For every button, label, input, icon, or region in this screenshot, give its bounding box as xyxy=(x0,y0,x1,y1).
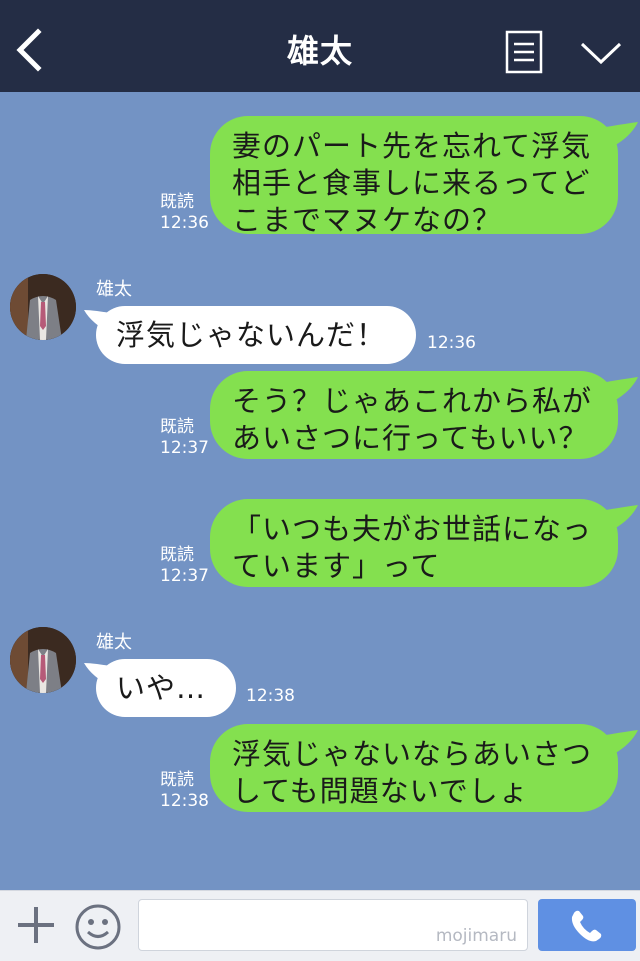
read-receipt: 既読 xyxy=(160,417,194,437)
add-button[interactable] xyxy=(16,905,56,945)
read-receipt: 既読 xyxy=(160,770,194,790)
menu-button[interactable] xyxy=(504,30,544,74)
plus-icon xyxy=(18,907,54,943)
timestamp: 12:37 xyxy=(160,566,209,586)
timestamp: 12:38 xyxy=(160,791,209,811)
bubble-tail xyxy=(600,377,638,403)
sender-name: 雄太 xyxy=(96,279,132,300)
person-icon xyxy=(10,274,76,340)
chat-area[interactable]: 妻のパート先を忘れて浮気 相手と食事しに来るってど こまでマヌケなの？ 既読 1… xyxy=(0,92,640,890)
outgoing-message[interactable]: 「いつも夫がお世話になっ ています」って xyxy=(210,499,618,587)
message-input[interactable]: mojimaru xyxy=(138,899,528,951)
read-receipt: 既読 xyxy=(160,192,194,212)
page-title: 雄太 xyxy=(286,32,353,70)
message-line: しても問題ないでしょ xyxy=(232,774,529,808)
emoji-button[interactable] xyxy=(74,903,122,951)
watermark: mojimaru xyxy=(435,926,517,946)
phone-icon xyxy=(571,910,602,942)
timestamp: 12:38 xyxy=(246,686,295,706)
incoming-message[interactable]: 浮気じゃないんだ！ xyxy=(96,306,416,364)
bubble-tail xyxy=(600,122,638,148)
message-text: いや… xyxy=(116,670,207,705)
outgoing-message[interactable]: 妻のパート先を忘れて浮気 相手と食事しに来るってど こまでマヌケなの？ xyxy=(210,116,618,237)
message-line: こまでマヌケなの？ xyxy=(232,203,503,237)
bubble-tail xyxy=(600,730,638,756)
message-line: そう？じゃあこれから私が xyxy=(232,384,593,418)
person-icon xyxy=(10,627,76,693)
outgoing-message[interactable]: そう？じゃあこれから私が あいさつに行ってもいい？ xyxy=(210,371,618,459)
list-icon xyxy=(505,30,543,74)
timestamp: 12:36 xyxy=(160,213,209,233)
message-line: 「いつも夫がお世話になっ xyxy=(232,512,593,546)
outgoing-message[interactable]: 浮気じゃないならあいさつ しても問題ないでしょ xyxy=(210,724,618,812)
call-button[interactable] xyxy=(538,899,636,951)
collapse-button[interactable] xyxy=(578,36,624,68)
message-line: ています」って xyxy=(232,549,441,583)
message-line: 妻のパート先を忘れて浮気 xyxy=(232,129,592,163)
message-line: 浮気じゃないならあいさつ xyxy=(232,737,593,771)
timestamp: 12:36 xyxy=(427,333,476,353)
chat-header: 雄太 xyxy=(0,0,640,92)
sender-name: 雄太 xyxy=(96,632,132,653)
timestamp: 12:37 xyxy=(160,438,209,458)
avatar[interactable] xyxy=(10,627,76,693)
input-bar: mojimaru xyxy=(0,890,640,961)
read-receipt: 既読 xyxy=(160,545,194,565)
smiley-icon xyxy=(75,904,121,950)
message-line: あいさつに行ってもいい？ xyxy=(232,421,589,455)
chevron-down-icon xyxy=(580,42,622,65)
message-line: 相手と食事しに来るってど xyxy=(232,166,591,200)
message-text: 浮気じゃないんだ！ xyxy=(116,317,387,352)
bubble-tail xyxy=(600,505,638,531)
incoming-message[interactable]: いや… xyxy=(96,659,236,717)
avatar[interactable] xyxy=(10,274,76,340)
